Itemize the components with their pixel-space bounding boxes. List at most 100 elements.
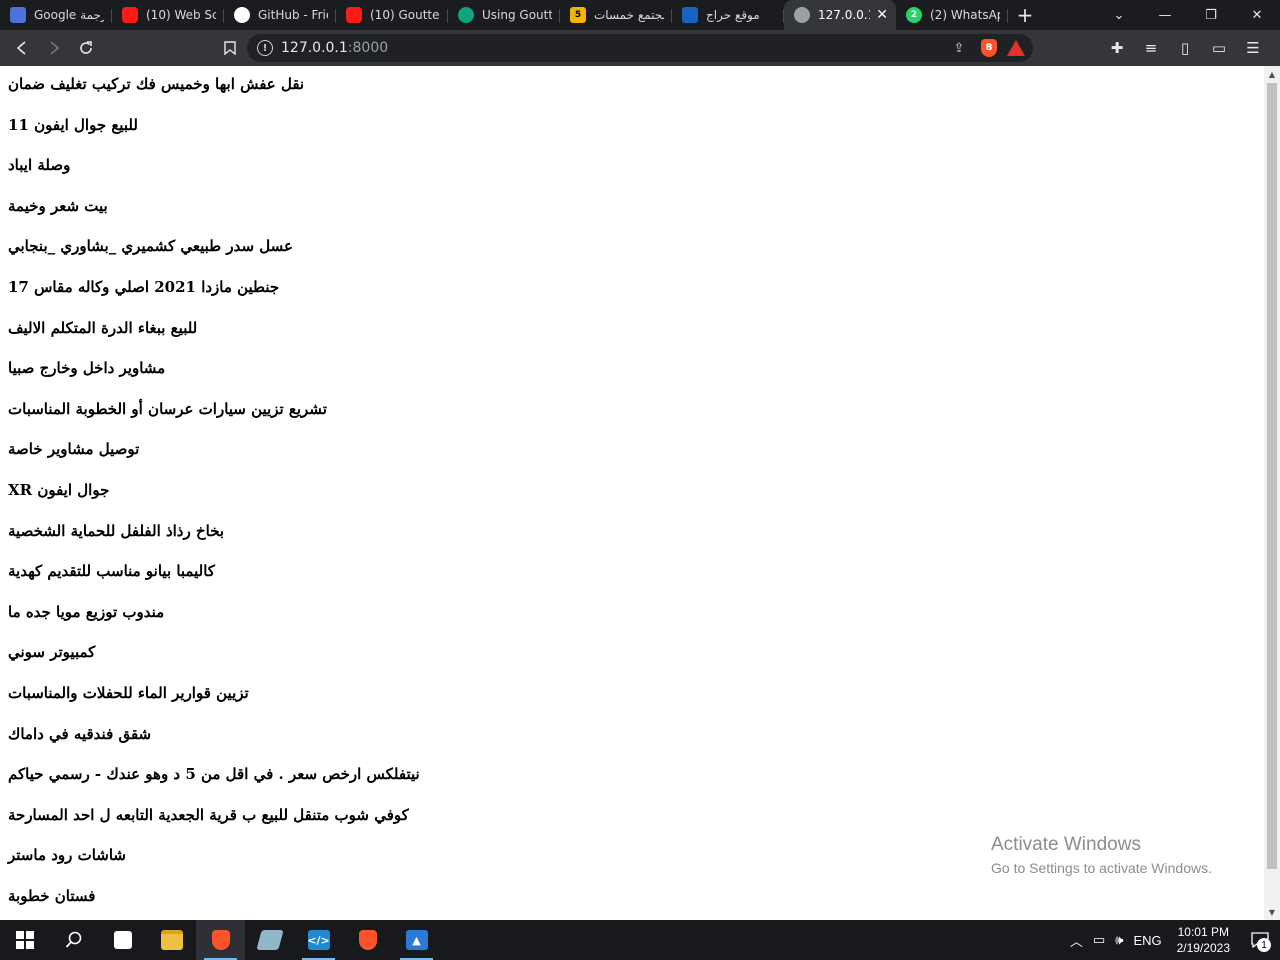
listing-title: مشاوير داخل وخارج صبيا	[8, 359, 166, 378]
language-indicator[interactable]: ENG	[1128, 933, 1166, 948]
listing-title: تزيين قوارير الماء للحفلات والمناسبات	[8, 683, 249, 702]
list-item: مشاوير داخل وخارج صبيا	[8, 358, 1264, 399]
notifications-button[interactable]: 1	[1240, 920, 1280, 960]
tab[interactable]: (10) Goutte la	[336, 0, 448, 30]
tab-title: (2) WhatsApp	[930, 8, 1000, 22]
tab-search-icon[interactable]: ⌄	[1096, 0, 1142, 30]
brave-icon	[358, 930, 377, 950]
listing-title: جنطين مازدا 2021 اصلي وكاله مقاس 17	[8, 277, 280, 296]
list-item: وصلة ايباد	[8, 155, 1264, 196]
listing-title: فستان خطوبة	[8, 886, 96, 905]
wallet-icon[interactable]: ▭	[1202, 32, 1236, 64]
forward-button[interactable]	[38, 32, 70, 64]
bookmark-icon	[224, 41, 236, 55]
photos-button[interactable]: ▲	[392, 920, 441, 960]
show-hidden-icons-icon[interactable]: ︿	[1065, 931, 1088, 950]
vscode-button[interactable]: </>	[294, 920, 343, 960]
notes-icon	[255, 930, 284, 950]
store-icon	[113, 931, 132, 949]
toolbar-right: ✚ ≡ ▯ ▭ ☰	[1100, 32, 1270, 64]
site-info-icon[interactable]: !	[257, 40, 273, 56]
window-controls: ⌄ — ❐ ✕	[1096, 0, 1280, 30]
scrollbar-thumb[interactable]	[1267, 83, 1277, 869]
tab[interactable]: Using Goutte	[448, 0, 560, 30]
list-item: للبيع جوال ايفون 11	[8, 115, 1264, 156]
brave-second-button[interactable]	[343, 920, 392, 960]
file-explorer-button[interactable]	[147, 920, 196, 960]
listing-title: جوال ايفون XR	[8, 480, 110, 499]
tab-title: Using Goutte	[482, 8, 552, 22]
tab-active[interactable]: 127.0.0.1:8 ✕	[784, 0, 896, 30]
whatsapp-icon: 2	[906, 7, 922, 23]
scroll-up-arrow-icon[interactable]: ▲	[1264, 66, 1280, 82]
minimize-button[interactable]: —	[1142, 0, 1188, 30]
volume-icon[interactable]: 🕪	[1110, 932, 1128, 948]
list-item: بخاخ رذاذ الفلفل للحماية الشخصية	[8, 521, 1264, 562]
clock[interactable]: 10:01 PM 2/19/2023	[1167, 924, 1240, 956]
extensions-icon[interactable]: ✚	[1100, 32, 1134, 64]
listing-title: بيت شعر وخيمة	[8, 196, 108, 215]
close-window-button[interactable]: ✕	[1234, 0, 1280, 30]
start-button[interactable]	[0, 920, 49, 960]
taskbar: </> ▲ ︿ ▭ 🕪 ENG 10:01 PM 2/19/2023 1	[0, 920, 1280, 960]
share-icon[interactable]: ⇪	[947, 37, 971, 59]
chatgpt-icon	[458, 7, 474, 23]
close-tab-icon[interactable]: ✕	[876, 7, 888, 23]
clock-time: 10:01 PM	[1177, 925, 1229, 939]
clock-date: 2/19/2023	[1176, 941, 1230, 955]
list-item: تزيين قوارير الماء للحفلات والمناسبات	[8, 683, 1264, 724]
tab-separator	[1007, 9, 1008, 23]
tab[interactable]: موقع حراج	[672, 0, 784, 30]
restore-button[interactable]: ❐	[1188, 0, 1234, 30]
tab-title: مجتمع خمسات	[594, 8, 664, 22]
tab[interactable]: Google ترجمة	[0, 0, 112, 30]
network-icon[interactable]: ▭	[1088, 932, 1110, 948]
globe-icon	[794, 7, 810, 23]
store-button[interactable]	[98, 920, 147, 960]
youtube-icon	[346, 7, 362, 23]
playlist-icon[interactable]: ≡	[1134, 32, 1168, 64]
tab[interactable]: GitHub - Frien	[224, 0, 336, 30]
scroll-down-arrow-icon[interactable]: ▼	[1264, 904, 1280, 920]
tab[interactable]: 2 (2) WhatsApp	[896, 0, 1008, 30]
url-text[interactable]: 127.0.0.1:8000	[281, 40, 388, 56]
list-item: تشريع تزيين سيارات عرسان أو الخطوبة المن…	[8, 399, 1264, 440]
youtube-icon	[122, 7, 138, 23]
list-item: كاليمبا بيانو مناسب للتقديم كهدية	[8, 561, 1264, 602]
url-host: 127.0.0.1	[281, 40, 348, 56]
list-item: عسل سدر طبيعي كشميري _بشاوري _بنجابي	[8, 236, 1264, 277]
listing-title: تشريع تزيين سيارات عرسان أو الخطوبة المن…	[8, 399, 327, 418]
reload-button[interactable]	[70, 32, 102, 64]
menu-icon[interactable]: ☰	[1236, 32, 1270, 64]
search-button[interactable]	[49, 920, 98, 960]
bookmark-button[interactable]	[214, 32, 246, 64]
listing-title: مندوب توزيع مويا جده ما	[8, 602, 165, 621]
notes-app-button[interactable]	[245, 920, 294, 960]
brave-rewards-icon[interactable]	[1007, 40, 1025, 56]
tab[interactable]: (10) Web Scrap	[112, 0, 224, 30]
haraj-icon	[682, 7, 698, 23]
listing-title: وصلة ايباد	[8, 156, 71, 175]
vscode-icon: </>	[307, 930, 330, 950]
tab[interactable]: 5 مجتمع خمسات	[560, 0, 672, 30]
new-tab-button[interactable]: +	[1008, 0, 1042, 30]
brave-shields-icon[interactable]: B	[981, 39, 997, 57]
tab-title: 127.0.0.1:8	[818, 8, 870, 22]
tab-strip: Google ترجمة (10) Web Scrap GitHub - Frien…	[0, 0, 1280, 30]
address-bar[interactable]: ! 127.0.0.1:8000 ⇪ B	[247, 34, 1033, 62]
tab-list: Google ترجمة (10) Web Scrap GitHub - Frien…	[0, 0, 1008, 30]
list-item: بيت شعر وخيمة	[8, 196, 1264, 237]
back-arrow-icon	[16, 41, 26, 55]
vertical-scrollbar[interactable]: ▲ ▼	[1264, 66, 1280, 920]
listing-title: شقق فندقيه في داماك	[8, 724, 152, 743]
sidebar-icon[interactable]: ▯	[1168, 32, 1202, 64]
list-item: نيتفلكس ارخص سعر . في اقل من 5 د وهو عند…	[8, 764, 1264, 805]
listing-title: للبيع ببغاء الدرة المتكلم الاليف	[8, 318, 198, 337]
photos-icon: ▲	[405, 930, 428, 950]
windows-logo-icon	[15, 931, 34, 949]
brave-taskbar-button[interactable]	[196, 920, 245, 960]
watermark-title: Activate Windows	[991, 834, 1141, 855]
back-button[interactable]	[6, 32, 38, 64]
brave-icon	[211, 930, 230, 950]
tab-title: Google ترجمة	[34, 8, 104, 22]
